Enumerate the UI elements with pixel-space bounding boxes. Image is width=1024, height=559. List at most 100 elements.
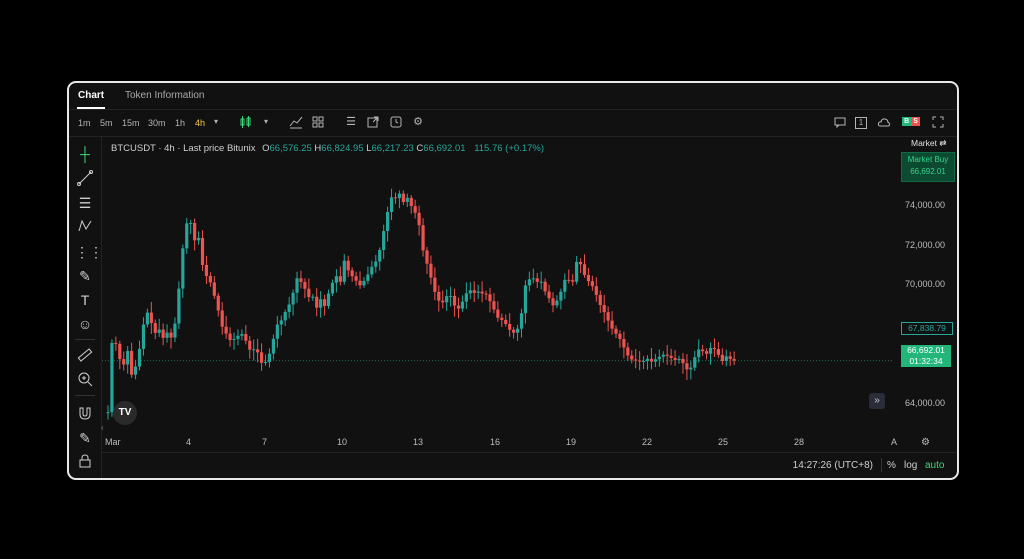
candle-up (468, 290, 472, 294)
candle-up (326, 293, 331, 306)
candle-up (275, 324, 279, 339)
lock-icon[interactable] (75, 453, 95, 471)
candle-up (271, 338, 275, 354)
timeframe-1h[interactable]: 1h (175, 118, 185, 128)
candle-up (389, 197, 394, 213)
candle-down (578, 261, 583, 265)
candle-down (606, 312, 610, 321)
candle-down (598, 294, 602, 306)
axis-settings-icon[interactable]: ⚙ (921, 437, 930, 448)
pattern-icon[interactable] (75, 218, 95, 236)
y-tick-label: 70,000.00 (905, 279, 946, 289)
expand-window-icon[interactable] (366, 115, 380, 129)
candle-down (413, 206, 417, 213)
candle-up (181, 248, 185, 289)
candles-icon[interactable] (239, 115, 253, 129)
list-icon[interactable]: ☰ (344, 115, 358, 129)
x-tick-label: 28 (794, 437, 805, 447)
candle-up (185, 223, 189, 249)
percent-scale-toggle[interactable]: % (887, 460, 896, 471)
active-tab-indicator (77, 107, 105, 109)
candle-up (689, 367, 693, 370)
candle-down (480, 291, 484, 294)
x-tick-label: A (891, 437, 898, 447)
auto-scale-toggle[interactable]: auto (925, 460, 944, 471)
settings-icon[interactable]: ⚙ (411, 115, 425, 129)
timeframe-dropdown-chevron-down-icon[interactable]: ▾ (209, 115, 223, 129)
trend-line-icon[interactable] (75, 170, 95, 188)
candle-up (641, 361, 646, 363)
chat-icon[interactable] (833, 115, 847, 129)
candle-down (685, 363, 689, 370)
candle-up (445, 296, 449, 303)
brush-icon[interactable]: ✎ (75, 267, 95, 285)
candle-down (216, 295, 220, 311)
timeframe-5m[interactable]: 5m (100, 118, 113, 128)
clock[interactable]: 14:27:26 (UTC+8) (793, 460, 873, 471)
market-order-type[interactable]: Market ⇄ (911, 138, 946, 149)
candle-down (114, 342, 118, 344)
ruler-icon[interactable] (75, 347, 95, 365)
log-scale-toggle[interactable]: log (904, 460, 917, 471)
candle-up (405, 197, 409, 202)
last-price-value: 66,692.01 (907, 345, 945, 355)
timeframe-4h[interactable]: 4h (195, 118, 205, 128)
candle-down (259, 352, 264, 363)
candle-up (126, 350, 130, 365)
candle-down (472, 290, 476, 293)
candle-down (484, 293, 488, 295)
tab-chart[interactable]: Chart (78, 90, 104, 101)
emoji-icon[interactable]: ☺ (75, 315, 95, 333)
stay-in-drawing-icon[interactable]: ✎ (75, 429, 95, 447)
candle-down (429, 263, 433, 278)
tradingview-logo-icon[interactable]: TV (113, 401, 137, 425)
candle-up (177, 288, 181, 324)
crosshair-price-tag: 67,838.79 (901, 322, 953, 335)
candle-up (697, 349, 701, 358)
fullscreen-icon[interactable] (931, 115, 945, 129)
scroll-to-realtime-icon[interactable]: » (869, 393, 885, 409)
candle-down (614, 328, 618, 334)
candle-down (669, 355, 673, 358)
timeframe-1m[interactable]: 1m (78, 118, 91, 128)
indicators-icon[interactable] (289, 115, 303, 129)
layout-grid-icon[interactable] (311, 115, 325, 129)
candle-down (512, 329, 516, 333)
horizontal-lines-icon[interactable]: ☰ (75, 194, 95, 212)
candle-up (531, 278, 535, 280)
text-tool-icon[interactable]: T (75, 291, 95, 309)
candle-down (248, 340, 252, 350)
buy-sell-icon[interactable]: BS (900, 115, 922, 129)
candlestick-chart[interactable] (102, 137, 894, 437)
candle-up (374, 261, 378, 267)
candle-down (421, 225, 425, 251)
candle-up (319, 299, 323, 308)
candle-down (638, 360, 642, 362)
candle-down (244, 334, 248, 341)
candle-down (437, 291, 441, 301)
candle-up (693, 357, 697, 368)
candle-up (382, 231, 386, 250)
cloud-icon[interactable] (877, 115, 891, 129)
candle-down (224, 326, 228, 334)
timeframe-30m[interactable]: 30m (148, 118, 166, 128)
tab-token-information[interactable]: Token Information (125, 90, 205, 101)
measure-lines-icon[interactable]: ⋮⋮ (75, 243, 103, 261)
chart-type-chevron-down-icon[interactable]: ▾ (259, 115, 273, 129)
crosshair-icon[interactable]: ┼ (75, 145, 95, 163)
magnet-icon[interactable] (75, 405, 95, 423)
zoom-in-icon[interactable] (75, 371, 95, 389)
chart-window: Chart Token Information 1m 5m 15m 30m 1h… (67, 81, 959, 480)
timeframe-15m[interactable]: 15m (122, 118, 140, 128)
one-click-icon[interactable]: 1 (855, 117, 867, 129)
candle-down (712, 347, 717, 350)
candle-down (322, 299, 327, 306)
candle-down (508, 323, 512, 330)
market-buy-button[interactable]: Market Buy 66,692.01 (901, 152, 955, 182)
candle-down (618, 333, 622, 340)
candle-up (460, 301, 465, 309)
candle-down (543, 281, 547, 292)
alarm-icon[interactable] (389, 115, 403, 129)
candle-up (106, 412, 110, 414)
collapse-toolbar-icon[interactable]: ‹ (101, 423, 104, 432)
